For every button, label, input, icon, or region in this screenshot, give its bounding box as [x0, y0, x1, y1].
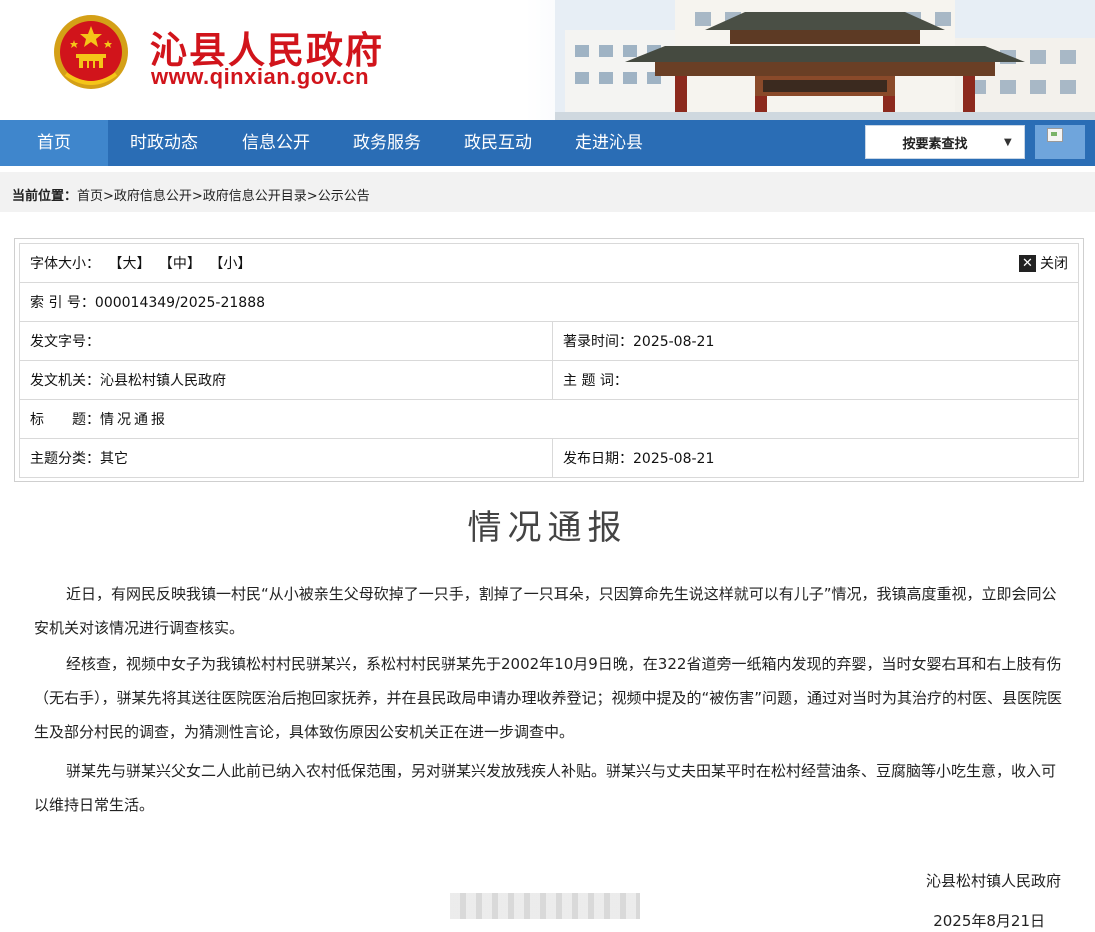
broken-image-icon	[1047, 128, 1063, 142]
nav-item-news[interactable]: 时政动态	[108, 120, 220, 166]
issuer-cell: 发文机关：沁县松村镇人民政府	[19, 360, 553, 400]
record-time-cell: 著录时间：2025-08-21	[552, 321, 1079, 361]
nav-item-interaction[interactable]: 政民互动	[442, 120, 554, 166]
banner-building-image	[555, 0, 1095, 120]
close-label: 关闭	[1040, 256, 1068, 272]
nav-item-info-disclosure[interactable]: 信息公开	[220, 120, 332, 166]
nav-item-home[interactable]: 首页	[0, 120, 108, 166]
search-type-select[interactable]: 按要素查找 ▼	[865, 125, 1025, 159]
close-button[interactable]: ✕ 关闭	[1019, 253, 1068, 273]
signature-date: 2025年8月21日	[933, 912, 1045, 930]
index-value: 000014349/2025-21888	[94, 295, 266, 311]
breadcrumb-label: 当前位置：	[12, 189, 78, 204]
font-size-label: 字体大小：	[30, 256, 100, 272]
document-info-table: 字体大小： 【大】 【中】 【小】 ✕ 关闭 索 引 号：000014349/2…	[19, 243, 1079, 478]
font-size-large-link[interactable]: 【大】	[108, 256, 150, 272]
issuer-label: 发文机关：	[30, 373, 100, 389]
chevron-down-icon: ▼	[1004, 136, 1012, 148]
search-button[interactable]	[1035, 125, 1085, 159]
record-time-value: 2025-08-21	[633, 334, 715, 350]
breadcrumb-bar: 当前位置：首页>政府信息公开>政府信息公开目录>公示公告	[0, 172, 1095, 212]
keyword-cell: 主 题 词：	[552, 360, 1079, 400]
font-size-row: 字体大小： 【大】 【中】 【小】 ✕ 关闭	[19, 243, 1079, 283]
title-row: 标 题：情况通报	[19, 399, 1079, 439]
keyword-label: 主 题 词：	[563, 373, 628, 389]
publish-date-cell: 发布日期：2025-08-21	[552, 438, 1079, 478]
doc-number-cell: 发文字号：	[19, 321, 553, 361]
index-row: 索 引 号：000014349/2025-21888	[19, 282, 1079, 322]
site-url: www.qinxian.gov.cn	[151, 64, 370, 89]
close-icon: ✕	[1019, 254, 1036, 272]
title-value: 情况通报	[100, 412, 168, 428]
font-size-medium-link[interactable]: 【中】	[159, 256, 201, 272]
title-label: 标 题：	[30, 412, 100, 428]
signature-org: 沁县松村镇人民政府	[925, 872, 1061, 890]
index-label: 索 引 号：	[30, 295, 95, 311]
watermark-overlay	[450, 893, 640, 919]
category-value: 其它	[100, 451, 128, 467]
publish-date-value: 2025-08-21	[633, 451, 715, 467]
article-paragraph-3: 骈某先与骈某兴父女二人此前已纳入农村低保范围，另对骈某兴发放残疾人补贴。骈某兴与…	[34, 762, 1057, 814]
doc-number-label: 发文字号：	[30, 334, 100, 350]
article-paragraph-2: 经核查，视频中女子为我镇松村村民骈某兴，系松村村民骈某先于2002年10月9日晚…	[34, 655, 1063, 741]
document-info-panel: 字体大小： 【大】 【中】 【小】 ✕ 关闭 索 引 号：000014349/2…	[14, 238, 1084, 482]
category-label: 主题分类：	[30, 451, 100, 467]
national-emblem-icon	[54, 15, 128, 89]
nav-item-services[interactable]: 政务服务	[332, 120, 442, 166]
search-type-select-value: 按要素查找	[902, 136, 968, 152]
breadcrumb: 当前位置：首页>政府信息公开>政府信息公开目录>公示公告	[12, 185, 370, 204]
article-paragraph-1: 近日，有网民反映我镇一村民“从小被亲生父母砍掉了一只手，割掉了一只耳朵，只因算命…	[34, 585, 1057, 637]
font-size-small-link[interactable]: 【小】	[209, 256, 251, 272]
publish-date-label: 发布日期：	[563, 451, 633, 467]
record-time-label: 著录时间：	[563, 334, 633, 350]
breadcrumb-path[interactable]: 首页>政府信息公开>政府信息公开目录>公示公告	[77, 189, 370, 204]
issuer-value: 沁县松村镇人民政府	[100, 373, 226, 389]
header-banner: 沁县人民政府 www.qinxian.gov.cn	[0, 0, 1095, 120]
category-cell: 主题分类：其它	[19, 438, 553, 478]
article-title: 情况通报	[467, 508, 628, 548]
nav-item-about[interactable]: 走进沁县	[554, 120, 664, 166]
